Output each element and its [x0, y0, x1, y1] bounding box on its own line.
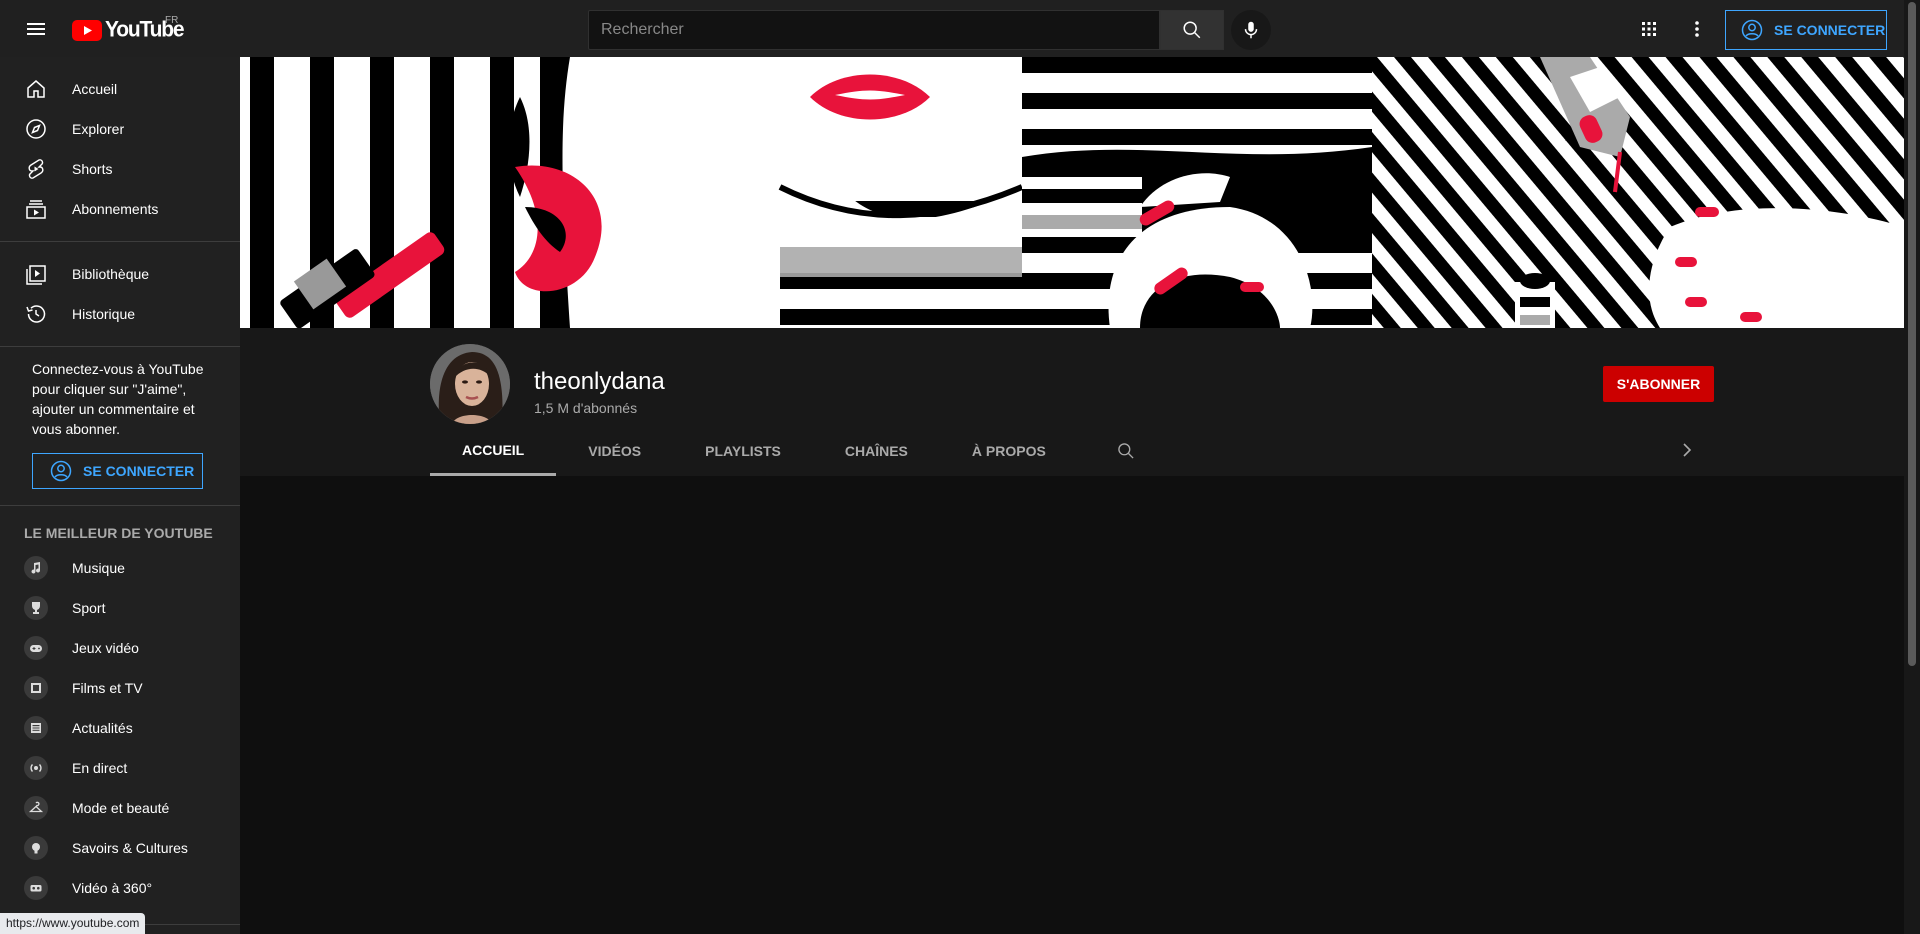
- sidebar-item-label: En direct: [72, 760, 128, 776]
- tab-a-propos[interactable]: À PROPOS: [940, 426, 1078, 476]
- channel-avatar[interactable]: [430, 344, 510, 424]
- gamepad-icon: [24, 636, 48, 660]
- microphone-icon: [1244, 21, 1258, 39]
- search-input[interactable]: [589, 11, 1159, 49]
- lightbulb-icon: [24, 836, 48, 860]
- sidebar-item-label: Historique: [72, 306, 136, 322]
- sidebar-item-video-360[interactable]: Vidéo à 360°: [0, 868, 240, 908]
- sidebar-item-label: Abonnements: [72, 201, 159, 217]
- banner-artwork: [240, 57, 1904, 328]
- more-vert-icon[interactable]: [1685, 17, 1709, 41]
- sidebar-item-musique[interactable]: Musique: [0, 548, 240, 588]
- scrollbar-thumb[interactable]: [1908, 2, 1916, 666]
- compass-icon: [24, 117, 48, 141]
- news-icon: [24, 716, 48, 740]
- subscriber-count: 1,5 M d'abonnés: [534, 400, 638, 416]
- channel-search-icon[interactable]: [1106, 426, 1146, 476]
- channel-banner: [240, 57, 1904, 328]
- account-icon: [50, 460, 72, 482]
- tab-videos[interactable]: VIDÉOS: [556, 426, 673, 476]
- sidebar-item-label: Bibliothèque: [72, 266, 150, 282]
- search-box: [588, 10, 1160, 50]
- sidebar-item-label: Jeux vidéo: [72, 640, 139, 656]
- sidebar-item-label: Savoirs & Cultures: [72, 840, 188, 856]
- channel-header: theonlydana 1,5 M d'abonnés S'ABONNER AC…: [240, 328, 1904, 476]
- trophy-icon: [24, 596, 48, 620]
- subscribe-button[interactable]: S'ABONNER: [1603, 366, 1714, 402]
- sidebar-item-jeux-video[interactable]: Jeux vidéo: [0, 628, 240, 668]
- status-bar-url: https://www.youtube.com: [0, 913, 146, 934]
- sidebar-item-actualites[interactable]: Actualités: [0, 708, 240, 748]
- subscriptions-icon: [24, 197, 48, 221]
- sidebar-divider: [0, 241, 240, 242]
- search-icon: [1183, 21, 1201, 39]
- sidebar-divider: [0, 505, 240, 506]
- tab-accueil[interactable]: ACCUEIL: [430, 426, 557, 476]
- sidebar-item-bibliotheque[interactable]: Bibliothèque: [0, 254, 240, 294]
- apps-icon[interactable]: [1637, 17, 1661, 41]
- best-of-youtube-heading: LE MEILLEUR DE YOUTUBE: [24, 525, 213, 541]
- page-scrollbar[interactable]: [1904, 0, 1920, 934]
- hanger-icon: [24, 796, 48, 820]
- sidebar-item-label: Actualités: [72, 720, 133, 736]
- youtube-play-icon: [72, 19, 102, 41]
- sidebar-item-label: Accueil: [72, 81, 118, 97]
- sidebar-item-shorts[interactable]: Shorts: [0, 149, 240, 189]
- search-button[interactable]: [1160, 10, 1224, 50]
- history-icon: [24, 302, 48, 326]
- sidebar-item-label: Shorts: [72, 161, 113, 177]
- shorts-icon: [24, 157, 48, 181]
- tab-chaines[interactable]: CHAÎNES: [813, 426, 940, 476]
- signin-label: SE CONNECTER: [83, 463, 195, 479]
- sidebar-item-mode-et-beaute[interactable]: Mode et beauté: [0, 788, 240, 828]
- library-icon: [24, 262, 48, 286]
- sidebar-item-explorer[interactable]: Explorer: [0, 109, 240, 149]
- home-icon: [24, 77, 48, 101]
- sidebar-item-abonnements[interactable]: Abonnements: [0, 189, 240, 229]
- sidebar: Accueil Explorer Shorts Abonnements Bibl…: [0, 57, 240, 934]
- sidebar-item-historique[interactable]: Historique: [0, 294, 240, 334]
- signin-label: SE CONNECTER: [1774, 22, 1886, 38]
- live-icon: [24, 756, 48, 780]
- channel-name: theonlydana: [534, 368, 665, 395]
- menu-icon[interactable]: [24, 17, 48, 41]
- signin-prompt-text: Connectez-vous à YouTube pour cliquer su…: [32, 361, 204, 437]
- chevron-right-icon[interactable]: [1675, 438, 1699, 462]
- signin-button-header[interactable]: SE CONNECTER: [1725, 10, 1887, 50]
- sidebar-item-films-et-tv[interactable]: Films et TV: [0, 668, 240, 708]
- account-icon: [1741, 19, 1763, 41]
- sidebar-item-label: Mode et beauté: [72, 800, 170, 816]
- sidebar-item-accueil[interactable]: Accueil: [0, 69, 240, 109]
- sidebar-item-label: Films et TV: [72, 680, 143, 696]
- vr-icon: [24, 876, 48, 900]
- region-code: FR: [165, 15, 179, 26]
- sidebar-divider: [0, 346, 240, 347]
- sidebar-item-savoirs-cultures[interactable]: Savoirs & Cultures: [0, 828, 240, 868]
- music-icon: [24, 556, 48, 580]
- voice-search-button[interactable]: [1231, 10, 1271, 50]
- sidebar-item-sport[interactable]: Sport: [0, 588, 240, 628]
- top-bar: YouTube FR SE CONNECTER: [0, 0, 1904, 57]
- sidebar-item-label: Vidéo à 360°: [72, 880, 153, 896]
- tab-playlists[interactable]: PLAYLISTS: [673, 426, 813, 476]
- sidebar-item-label: Sport: [72, 600, 106, 616]
- film-icon: [24, 676, 48, 700]
- signin-button-sidebar[interactable]: SE CONNECTER: [32, 453, 203, 489]
- sidebar-item-label: Explorer: [72, 121, 125, 137]
- sidebar-item-en-direct[interactable]: En direct: [0, 748, 240, 788]
- sidebar-item-label: Musique: [72, 560, 125, 576]
- channel-tabs: ACCUEIL VIDÉOS PLAYLISTS CHAÎNES À PROPO…: [430, 426, 1146, 476]
